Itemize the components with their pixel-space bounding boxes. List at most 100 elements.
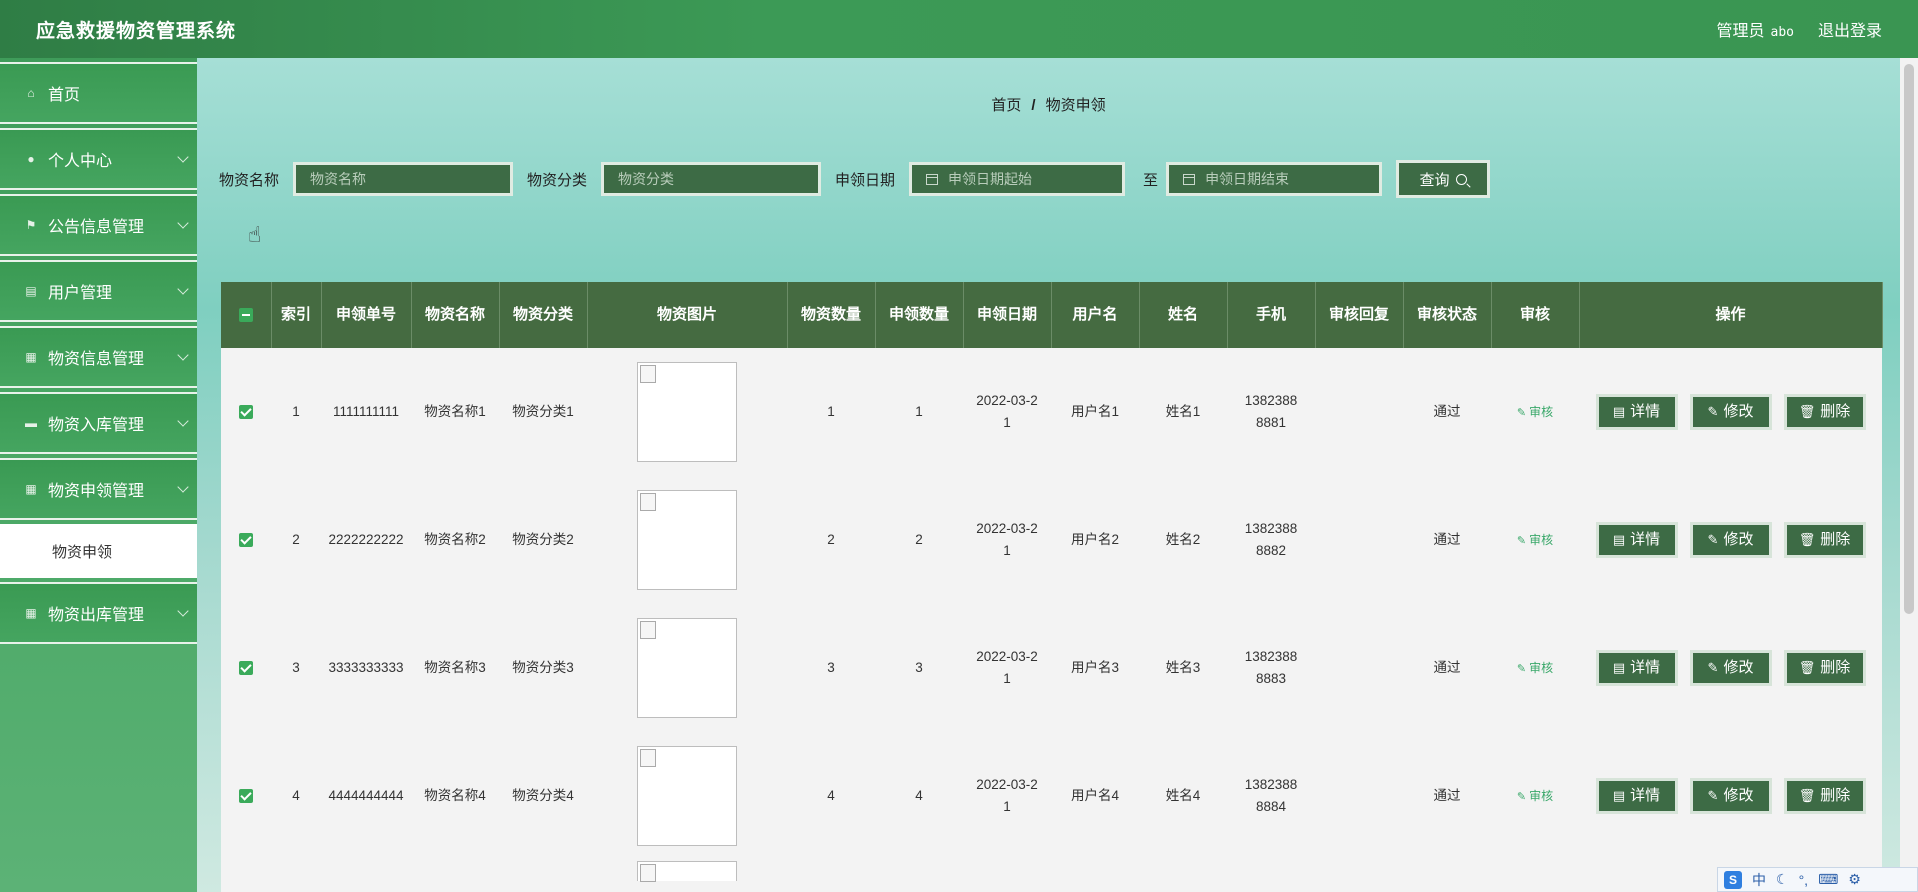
cell-audit: ✎ 审核 xyxy=(1491,604,1579,732)
detail-button[interactable]: ▤ 详情 xyxy=(1595,522,1678,558)
pencil-icon: ✎ xyxy=(1516,406,1527,419)
breadcrumb-home[interactable]: 首页 xyxy=(991,97,1021,114)
cell-username: 用户名1 xyxy=(1051,348,1139,476)
sidebar-subitem-material-apply[interactable]: 物资申领 xyxy=(0,524,197,578)
cell-image xyxy=(587,476,787,604)
logout-button[interactable]: 退出登录 xyxy=(1818,17,1882,41)
cell-category: 物资分类1 xyxy=(499,348,587,476)
delete-button[interactable]: 🗑 删除 xyxy=(1783,778,1866,814)
row-checkbox[interactable] xyxy=(221,476,271,604)
cell-material-name: 物资名称2 xyxy=(411,476,499,604)
date-start-input[interactable]: 申领日期起始 xyxy=(909,162,1126,196)
detail-button[interactable]: ▤ 详情 xyxy=(1595,778,1678,814)
date-range-separator: 至 xyxy=(1143,171,1159,189)
edit-button[interactable]: ✎ 修改 xyxy=(1689,650,1772,686)
pencil-icon: ✎ xyxy=(1516,790,1527,803)
page-scrollbar[interactable] xyxy=(1900,58,1918,892)
grid-icon: ▦ xyxy=(25,482,37,496)
table-row: 4 4444444444 物资名称4 物资分类4 4 4 2022-03-21 用户名4 姓名4… xyxy=(221,732,1882,860)
pencil-icon: ✎ xyxy=(1707,404,1719,419)
col-material-name: 物资名称 xyxy=(411,282,500,348)
category-label: 物资分类 xyxy=(527,171,588,189)
col-audit-status: 审核状态 xyxy=(1403,282,1492,348)
material-image xyxy=(637,362,737,462)
sidebar-item-users[interactable]: ▤ 用户管理 xyxy=(0,260,197,322)
category-input[interactable]: 物资分类 xyxy=(601,162,822,196)
row-checkbox[interactable] xyxy=(221,604,271,732)
cell-audit: ✎ 审核 xyxy=(1491,348,1579,476)
table-row-partial xyxy=(221,860,1882,892)
delete-button[interactable]: 🗑 删除 xyxy=(1783,522,1866,558)
cell-apply-date: 2022-03-21 xyxy=(963,732,1051,860)
select-all-checkbox[interactable] xyxy=(221,282,272,348)
audit-link[interactable]: ✎ 审核 xyxy=(1517,405,1553,419)
delete-button-label: 删除 xyxy=(1820,659,1851,676)
cell-quantity: 2 xyxy=(787,476,875,604)
scrollbar-thumb[interactable] xyxy=(1904,64,1914,614)
user-list-icon: ▤ xyxy=(25,284,37,298)
col-audit-reply: 审核回复 xyxy=(1315,282,1404,348)
sidebar-item-label: 物资信息管理 xyxy=(48,351,145,368)
cell-audit-status: 通过 xyxy=(1403,476,1491,604)
audit-link[interactable]: ✎ 审核 xyxy=(1517,661,1553,675)
ime-settings-icon[interactable]: ⚙ xyxy=(1848,871,1861,888)
sidebar-item-personal-center[interactable]: ● 个人中心 xyxy=(0,128,197,190)
table-cell xyxy=(1403,860,1491,892)
cell-phone: 13823888881 xyxy=(1227,348,1315,476)
detail-button[interactable]: ▤ 详情 xyxy=(1595,394,1678,430)
cell-apply-quantity: 2 xyxy=(875,476,963,604)
apply-table: 索引 申领单号 物资名称 物资分类 物资图片 物资数量 申领数量 申领日期 用户… xyxy=(221,282,1883,892)
table-cell xyxy=(875,860,963,892)
query-button[interactable]: 查询 xyxy=(1396,160,1491,198)
sidebar-item-label: 首页 xyxy=(48,87,81,104)
col-audit: 审核 xyxy=(1491,282,1580,348)
date-start-placeholder: 申领日期起始 xyxy=(948,171,1033,187)
edit-button[interactable]: ✎ 修改 xyxy=(1689,394,1772,430)
user-role: 管理员 xyxy=(1716,23,1765,40)
material-image xyxy=(637,490,737,590)
row-checkbox[interactable] xyxy=(221,348,271,476)
sidebar-item-material-info[interactable]: ▦ 物资信息管理 xyxy=(0,326,197,388)
date-end-input[interactable]: 申领日期结束 xyxy=(1166,162,1383,196)
ime-keyboard-icon[interactable]: ⌨ xyxy=(1818,871,1838,888)
delete-button[interactable]: 🗑 删除 xyxy=(1783,650,1866,686)
col-realname: 姓名 xyxy=(1139,282,1228,348)
delete-button[interactable]: 🗑 删除 xyxy=(1783,394,1866,430)
mouse-cursor: ☝ xyxy=(248,222,262,247)
chevron-down-icon xyxy=(177,349,189,361)
edit-button[interactable]: ✎ 修改 xyxy=(1689,522,1772,558)
row-checkbox[interactable] xyxy=(221,732,271,860)
ime-punctuation-icon[interactable]: °, xyxy=(1799,872,1809,888)
calendar-icon xyxy=(1183,173,1196,185)
sidebar-item-home[interactable]: ⌂ 首页 xyxy=(0,62,197,124)
sidebar-item-apply[interactable]: ▦ 物资申领管理 xyxy=(0,458,197,520)
cell-index: 1 xyxy=(271,348,321,476)
detail-button[interactable]: ▤ 详情 xyxy=(1595,650,1678,686)
edit-button[interactable]: ✎ 修改 xyxy=(1689,778,1772,814)
audit-link[interactable]: ✎ 审核 xyxy=(1517,533,1553,547)
col-apply-date: 申领日期 xyxy=(963,282,1052,348)
cell-order-no: 1111111111 xyxy=(321,348,411,476)
col-order-no: 申领单号 xyxy=(321,282,412,348)
detail-button-label: 详情 xyxy=(1630,531,1661,548)
cell-audit: ✎ 审核 xyxy=(1491,732,1579,860)
flag-icon: ⚑ xyxy=(25,218,37,232)
ime-mode[interactable]: 中 xyxy=(1752,870,1766,890)
cell-username: 用户名2 xyxy=(1051,476,1139,604)
ime-moon-icon[interactable]: ☾ xyxy=(1776,871,1789,888)
audit-link[interactable]: ✎ 审核 xyxy=(1517,789,1553,803)
apply-date-label: 申领日期 xyxy=(835,171,896,189)
material-name-input[interactable]: 物资名称 xyxy=(293,162,514,196)
cell-audit-reply xyxy=(1315,732,1403,860)
sidebar-item-stock-out[interactable]: ▦ 物资出库管理 xyxy=(0,582,197,644)
col-index: 索引 xyxy=(271,282,322,348)
sidebar-item-notice[interactable]: ⚑ 公告信息管理 xyxy=(0,194,197,256)
cell-category: 物资分类4 xyxy=(499,732,587,860)
table-cell xyxy=(1227,860,1315,892)
sidebar-item-stock-in[interactable]: ▬ 物资入库管理 xyxy=(0,392,197,454)
edit-button-label: 修改 xyxy=(1723,531,1754,548)
cell-order-no: 3333333333 xyxy=(321,604,411,732)
search-bar: 物资名称 物资名称 物资分类 物资分类 申领日期 申领日期起始 至 申领日期结束… xyxy=(219,160,1491,198)
chevron-down-icon xyxy=(177,481,189,493)
table-cell xyxy=(963,860,1051,892)
